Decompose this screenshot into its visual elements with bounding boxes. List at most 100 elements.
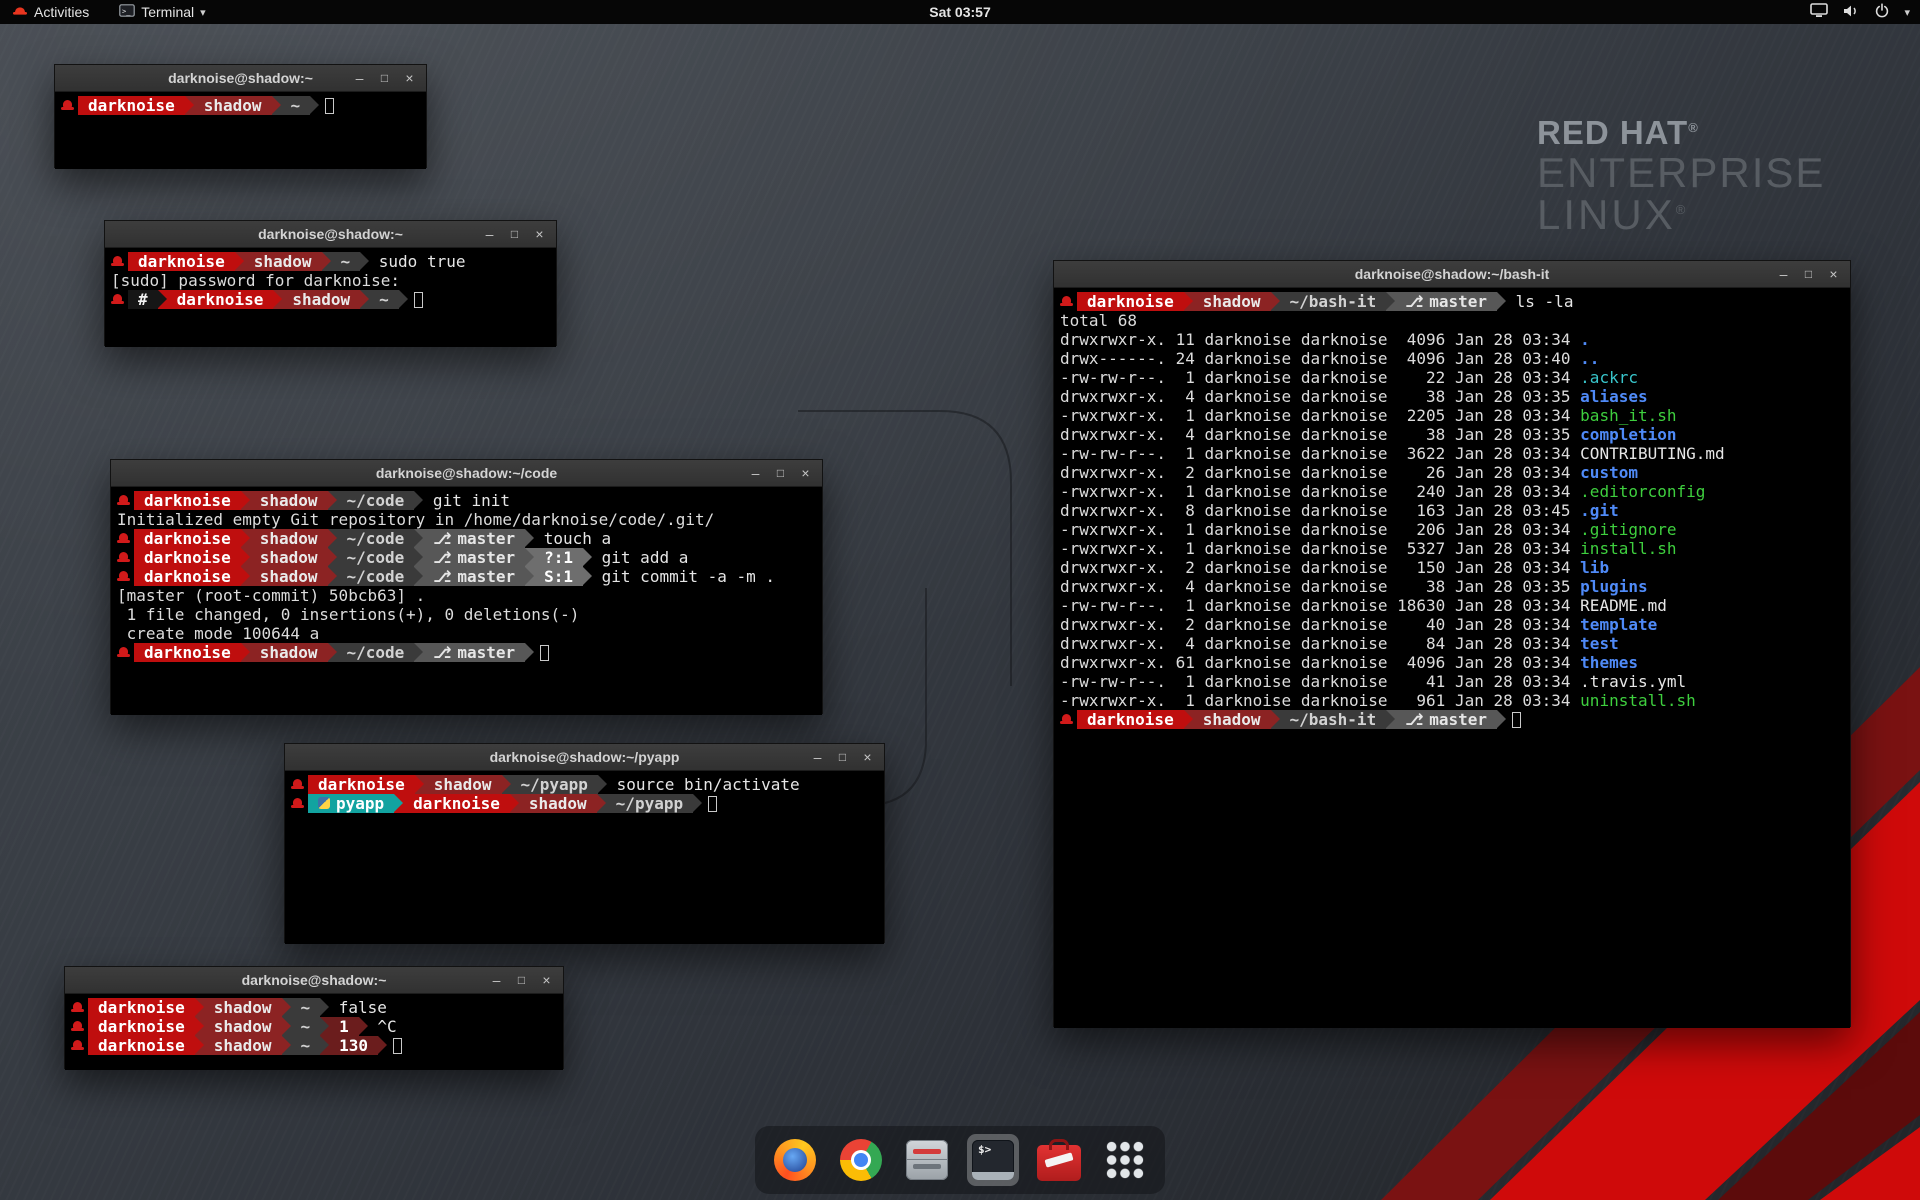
dock-item-toolbox[interactable] <box>1033 1134 1085 1186</box>
powerline-arrow-icon <box>414 643 423 662</box>
volume-icon[interactable] <box>1842 4 1860 21</box>
wallpaper-branding: RED HAT® ENTERPRISE LINUX® <box>1537 116 1825 237</box>
powerline-arrow-icon <box>328 529 337 548</box>
terminal-prompt-line: darknoiseshadow~/code⎇ master <box>117 643 816 662</box>
powerline-arrow-icon <box>414 491 423 510</box>
display-icon[interactable] <box>1810 3 1828 21</box>
window-titlebar[interactable]: darknoise@shadow:~–□× <box>55 65 426 92</box>
terminal-prompt-line: darknoiseshadow~/code⎇ master?:1 git add… <box>117 548 816 567</box>
python-icon <box>318 797 330 809</box>
powerline-arrow-icon <box>583 567 592 586</box>
dock-item-app-grid[interactable] <box>1099 1134 1151 1186</box>
powerline-arrow-icon <box>525 548 534 567</box>
prompt-segment-path: ~ <box>281 96 311 115</box>
minimize-button[interactable]: – <box>808 748 827 767</box>
window-titlebar[interactable]: darknoise@shadow:~–□× <box>65 967 563 994</box>
minimize-button[interactable]: – <box>746 464 765 483</box>
window-titlebar[interactable]: darknoise@shadow:~/bash-it–□× <box>1054 261 1850 288</box>
git-branch-icon: ⎇ <box>433 548 457 567</box>
redhat-prompt-icon <box>117 529 130 548</box>
file-list-row: drwxrwxr-x. 8 darknoise darknoise 163 Ja… <box>1060 501 1844 520</box>
prompt-segment-user: darknoise <box>88 998 195 1017</box>
prompt-segment-host: shadow <box>250 548 328 567</box>
app-menu-terminal[interactable]: >_ Terminal ▾ <box>115 0 209 24</box>
prompt-segment-host: shadow <box>424 775 502 794</box>
maximize-button[interactable]: □ <box>833 748 852 767</box>
powerline-arrow-icon <box>394 794 403 813</box>
prompt-segment-path: ~ <box>291 998 321 1017</box>
toolbox-icon <box>1037 1145 1081 1181</box>
maximize-button[interactable]: □ <box>512 971 531 990</box>
terminal-output-line: Initialized empty Git repository in /hom… <box>117 510 816 529</box>
window-titlebar[interactable]: darknoise@shadow:~/code–□× <box>111 460 822 487</box>
terminal-content[interactable]: darknoiseshadow~ sudo true[sudo] passwor… <box>105 248 556 347</box>
terminal-content[interactable]: darknoiseshadow~/code git initInitialize… <box>111 487 822 715</box>
window-titlebar[interactable]: darknoise@shadow:~–□× <box>105 221 556 248</box>
prompt-segment-user: darknoise <box>88 1017 195 1036</box>
prompt-segment-user: darknoise <box>88 1036 195 1055</box>
prompt-segment-user: darknoise <box>167 290 274 309</box>
window-titlebar[interactable]: darknoise@shadow:~/pyapp–□ × <box>285 744 884 771</box>
activities-button[interactable]: Activities <box>8 0 93 24</box>
dock-item-terminal[interactable] <box>967 1134 1019 1186</box>
prompt-segment-path: ~ <box>369 290 399 309</box>
close-button[interactable]: × <box>858 748 877 767</box>
terminal-cursor <box>1512 712 1521 728</box>
maximize-button[interactable]: □ <box>771 464 790 483</box>
close-button[interactable]: × <box>400 69 419 88</box>
chrome-icon <box>840 1139 882 1181</box>
close-button[interactable]: × <box>1824 265 1843 284</box>
window-title: darknoise@shadow:~/pyapp <box>285 749 884 765</box>
power-icon[interactable] <box>1874 3 1890 22</box>
dock-item-chrome[interactable] <box>835 1134 887 1186</box>
terminal-output-line: [master (root-commit) 50bcb63] . <box>117 586 816 605</box>
prompt-segment-host: shadow <box>1193 710 1271 729</box>
minimize-button[interactable]: – <box>350 69 369 88</box>
prompt-segment-user: darknoise <box>134 548 241 567</box>
prompt-segment-path: ~/pyapp <box>511 775 598 794</box>
git-branch-icon: ⎇ <box>1405 710 1429 729</box>
prompt-segment-path: ~/code <box>337 529 415 548</box>
terminal-content[interactable]: darknoiseshadow~ <box>55 92 426 169</box>
terminal-content[interactable]: darknoiseshadow~/pyapp source bin/activa… <box>285 771 884 944</box>
minimize-button[interactable]: – <box>1774 265 1793 284</box>
maximize-button[interactable]: □ <box>375 69 394 88</box>
close-button[interactable]: × <box>537 971 556 990</box>
dock-item-firefox[interactable] <box>769 1134 821 1186</box>
close-button[interactable]: × <box>796 464 815 483</box>
app-menu-label: Terminal <box>141 4 194 20</box>
terminal-content[interactable]: darknoiseshadow~/bash-it⎇ master ls -lat… <box>1054 288 1850 1028</box>
prompt-segment-path: ~/bash-it <box>1280 710 1387 729</box>
redhat-prompt-icon <box>117 491 130 510</box>
minimize-button[interactable]: – <box>487 971 506 990</box>
dock-item-files[interactable] <box>901 1134 953 1186</box>
powerline-arrow-icon <box>272 96 281 115</box>
system-menu-chevron-icon[interactable]: ▾ <box>1904 6 1910 19</box>
window-buttons: –□ × <box>1774 265 1850 284</box>
terminal-content[interactable]: darknoiseshadow~ falsedarknoiseshadow~1 … <box>65 994 563 1070</box>
powerline-arrow-icon <box>415 775 424 794</box>
powerline-arrow-icon <box>328 643 337 662</box>
powerline-arrow-icon <box>1271 710 1280 729</box>
redhat-prompt-icon <box>117 548 130 567</box>
terminal-output-line: [sudo] password for darknoise: <box>111 271 550 290</box>
firefox-icon <box>774 1139 816 1181</box>
minimize-button[interactable]: – <box>480 225 499 244</box>
redhat-logo-icon <box>12 4 28 20</box>
git-branch-icon: ⎇ <box>433 567 457 586</box>
maximize-button[interactable]: □ <box>1799 265 1818 284</box>
prompt-segment-user: darknoise <box>308 775 415 794</box>
powerline-arrow-icon <box>414 529 423 548</box>
prompt-segment-exit: 130 <box>329 1036 378 1055</box>
maximize-button[interactable]: □ <box>505 225 524 244</box>
prompt-segment-user: darknoise <box>134 491 241 510</box>
redhat-prompt-icon <box>291 775 304 794</box>
close-button[interactable]: × <box>530 225 549 244</box>
command-text: false <box>329 998 387 1017</box>
powerline-arrow-icon <box>241 567 250 586</box>
top-bar: Activities >_ Terminal ▾ Sat 03:57 ▾ <box>0 0 1920 24</box>
clock[interactable]: Sat 03:57 <box>929 4 990 20</box>
prompt-segment-path: ~/code <box>337 643 415 662</box>
window-buttons: –□ × <box>487 971 563 990</box>
terminal-output-line: 1 file changed, 0 insertions(+), 0 delet… <box>117 605 816 624</box>
